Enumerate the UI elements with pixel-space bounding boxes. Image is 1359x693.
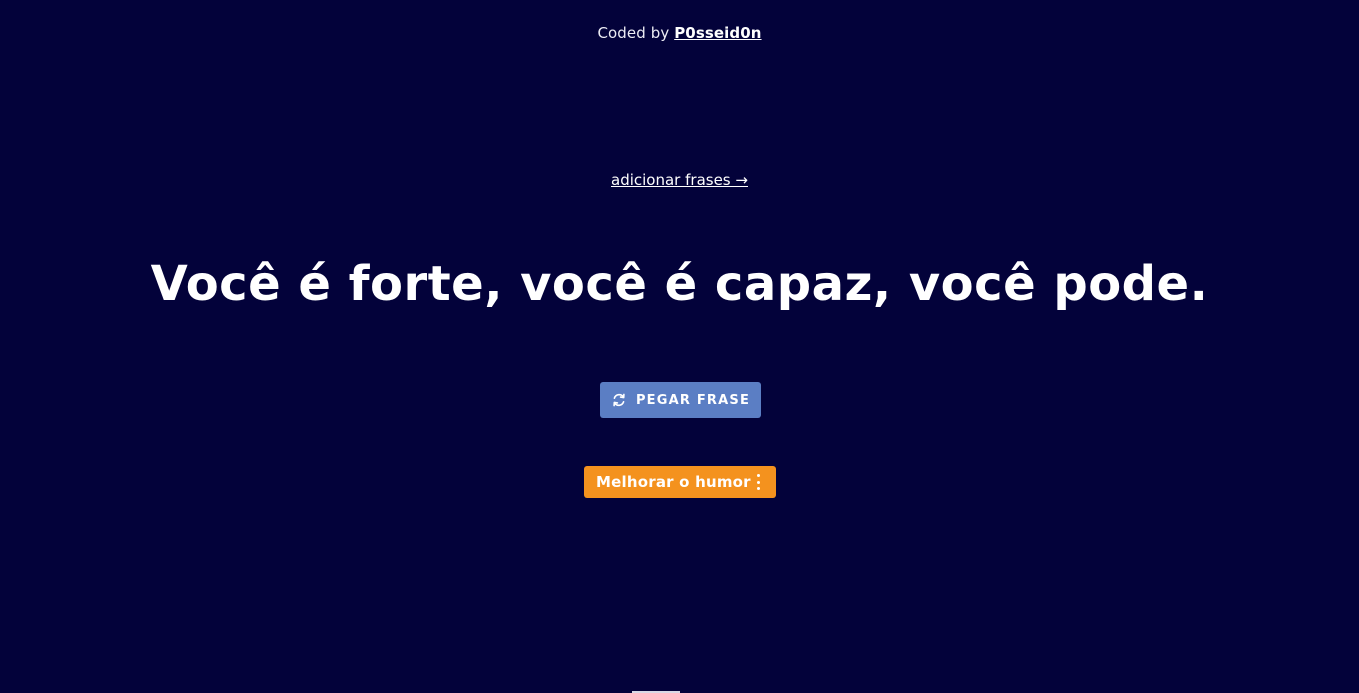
- app-page: Coded by P0sseid0n adicionar frases → Vo…: [0, 0, 1359, 693]
- more-vertical-icon[interactable]: [750, 474, 766, 490]
- get-phrase-label: PEGAR FRASE: [635, 392, 751, 408]
- author-link[interactable]: P0sseid0n: [674, 24, 761, 42]
- credit-line: Coded by P0sseid0n: [0, 24, 1359, 42]
- more-dot: [756, 480, 760, 484]
- more-dot: [756, 474, 760, 477]
- add-phrases-link[interactable]: adicionar frases →: [611, 171, 748, 189]
- more-dot: [756, 487, 760, 490]
- refresh-icon: [611, 392, 627, 408]
- improve-mood-button[interactable]: Melhorar o humor: [584, 466, 776, 498]
- improve-mood-label: Melhorar o humor: [596, 473, 751, 491]
- get-phrase-button[interactable]: PEGAR FRASE: [600, 382, 761, 418]
- add-phrases-wrap: adicionar frases →: [0, 170, 1359, 189]
- credit-prefix: Coded by: [597, 24, 670, 42]
- quote-text: Você é forte, você é capaz, você pode.: [150, 256, 1209, 312]
